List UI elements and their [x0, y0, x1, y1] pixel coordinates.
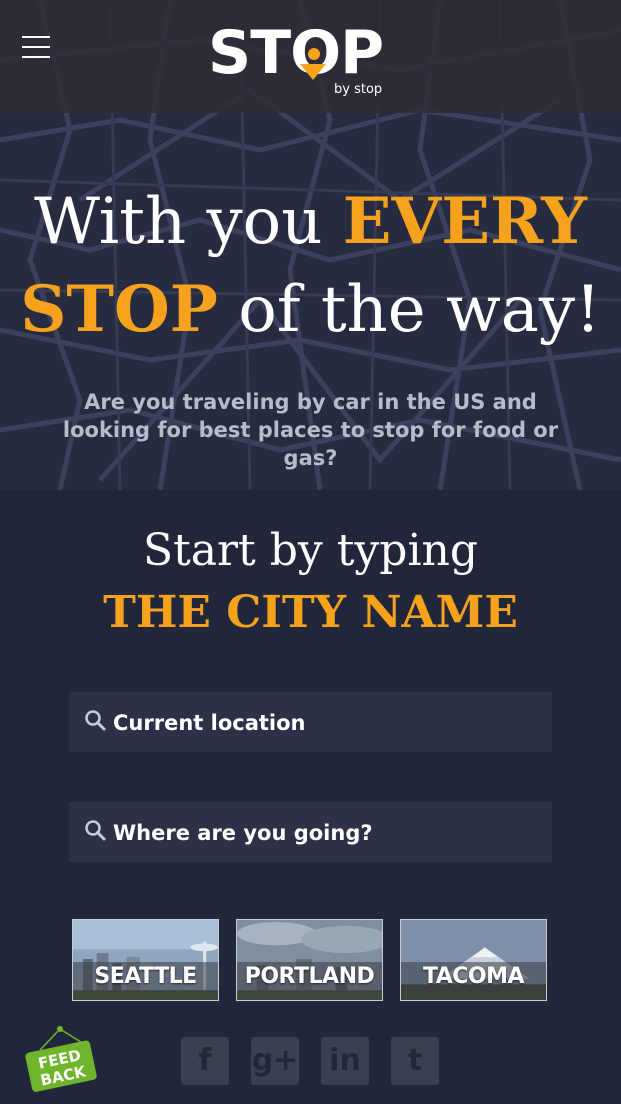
current-location-field[interactable]: [69, 692, 552, 754]
top-bar: STOP by stop: [0, 0, 621, 113]
facebook-glyph: f: [198, 1043, 212, 1078]
facebook-icon[interactable]: f: [181, 1037, 229, 1085]
hamburger-icon[interactable]: [22, 36, 54, 64]
search-heading-line2: THE CITY NAME: [103, 587, 518, 638]
city-card-tacoma[interactable]: TACOMA: [400, 919, 547, 1001]
destination-input[interactable]: [111, 802, 545, 864]
search-heading: Start by typing THE CITY NAME: [0, 522, 621, 642]
google-plus-icon[interactable]: g+: [251, 1037, 299, 1085]
google-plus-glyph: g+: [251, 1043, 299, 1078]
logo-dot-icon: [308, 48, 320, 60]
destination-field[interactable]: [69, 802, 552, 864]
logo-pin-icon: [300, 64, 326, 80]
logo[interactable]: STOP by stop: [208, 18, 398, 100]
headline-highlight-1: EVERY: [342, 184, 587, 259]
city-card-seattle[interactable]: SEATTLE: [72, 919, 219, 1001]
search-icon: [85, 710, 106, 731]
headline-text-1: With you: [34, 185, 343, 259]
feedback-button[interactable]: FEED BACK: [22, 1024, 102, 1094]
search-icon: [85, 820, 106, 841]
hero-lead-text: Are you traveling by car in the US and l…: [62, 390, 559, 470]
city-card-portland[interactable]: PORTLAND: [236, 919, 383, 1001]
hero-headline: With you EVERY STOP of the way!: [0, 178, 621, 354]
hero-section: STOP by stop With you EVERY STOP of the …: [0, 0, 621, 490]
current-location-input[interactable]: [111, 692, 545, 754]
linkedin-icon[interactable]: in: [321, 1037, 369, 1085]
logo-text: STOP: [208, 18, 384, 88]
city-card-label: PORTLAND: [244, 964, 375, 989]
linkedin-glyph: in: [329, 1043, 361, 1078]
logo-subtitle: by stop: [334, 82, 383, 97]
city-card-label: TACOMA: [422, 964, 525, 989]
twitter-glyph: t: [407, 1043, 423, 1078]
headline-highlight-2: STOP: [20, 272, 218, 347]
twitter-icon[interactable]: t: [391, 1037, 439, 1085]
headline-text-2: of the way!: [217, 273, 601, 347]
city-card-label: SEATTLE: [94, 964, 197, 989]
search-heading-line1: Start by typing: [142, 525, 479, 576]
